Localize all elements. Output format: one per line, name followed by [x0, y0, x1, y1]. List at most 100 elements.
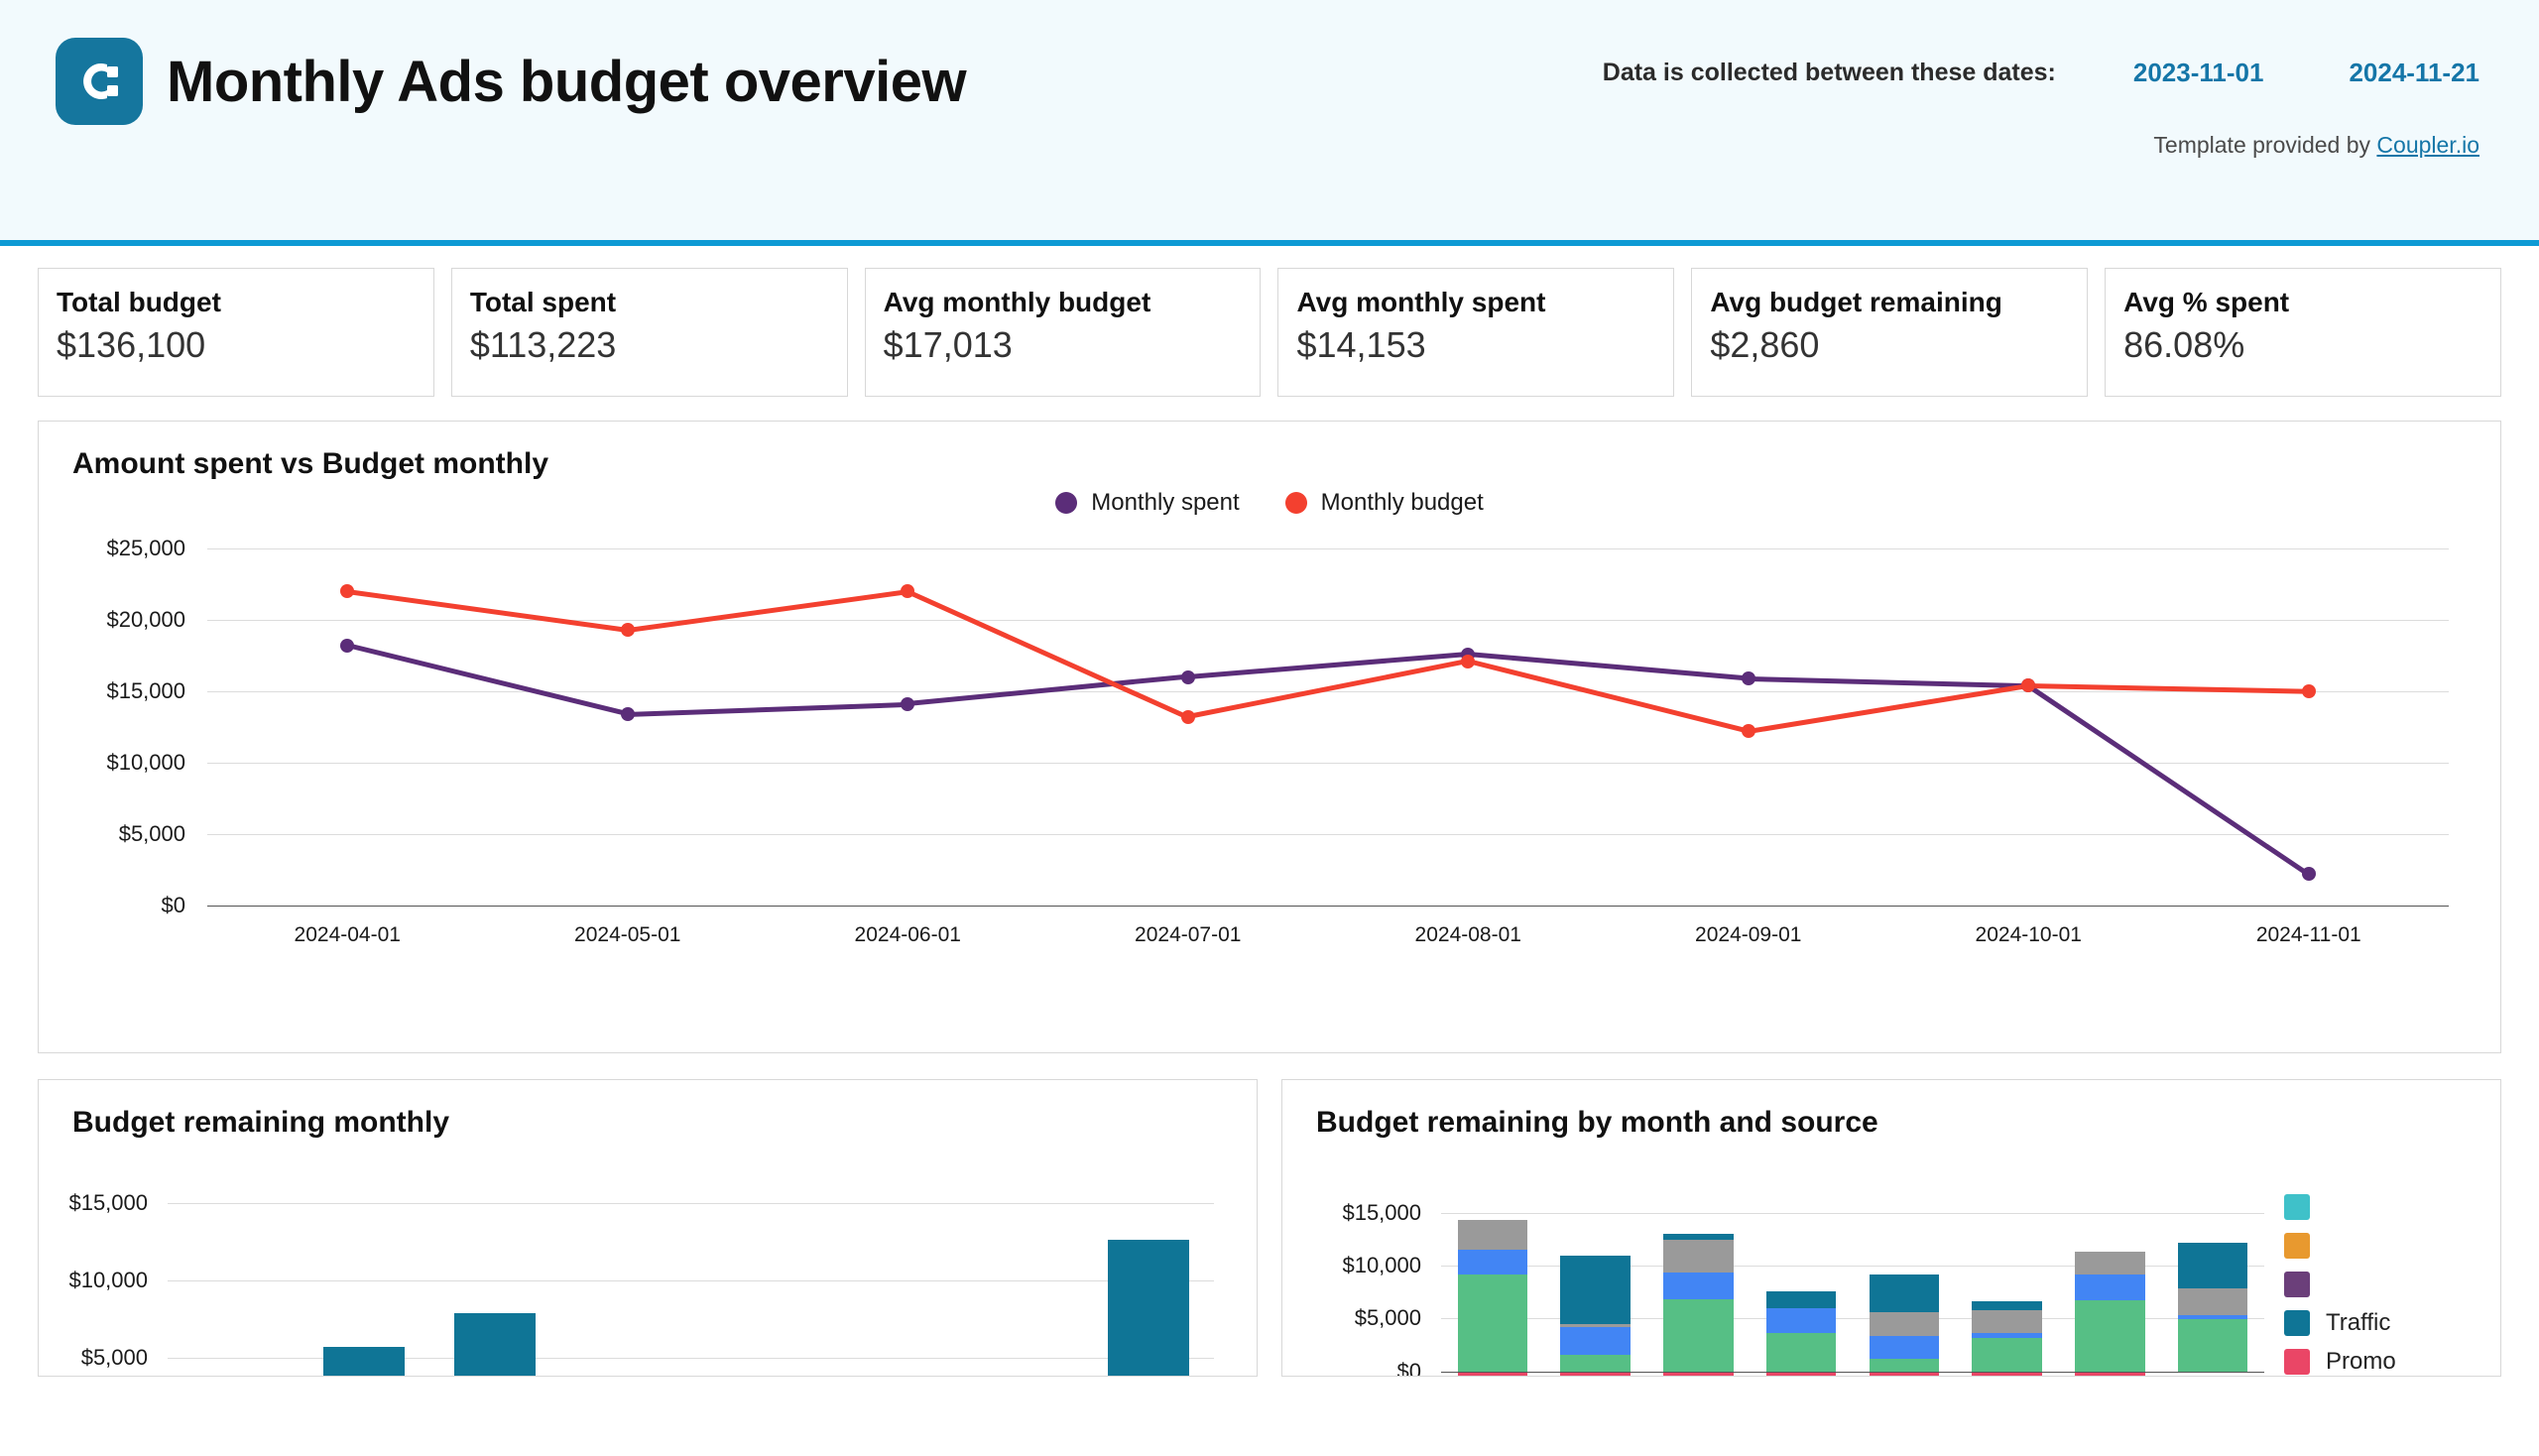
y-axis-tick-label: $0 — [1396, 1358, 1421, 1377]
kpi-title: Total budget — [57, 287, 221, 317]
panel-budget-remaining-monthly: Budget remaining monthly $5,000 $10,000 $1… — [38, 1079, 1258, 1377]
chart-title: Budget remaining monthly — [72, 1106, 450, 1139]
data-point[interactable] — [1741, 724, 1755, 739]
kpi-row: Total budget $136,100 Total spent $113,2… — [0, 246, 2539, 397]
legend-label: Monthly budget — [1320, 489, 1484, 516]
attribution-text: Template provided by — [2153, 132, 2377, 158]
y-axis-tick-label: $25,000 — [106, 536, 185, 560]
kpi-value: $2,860 — [1710, 324, 1820, 365]
bar-segment[interactable] — [2075, 1274, 2145, 1301]
bar-segment[interactable] — [1765, 1333, 1837, 1372]
bar-segment[interactable] — [1560, 1354, 1631, 1372]
bar-segment[interactable] — [1560, 1326, 1631, 1355]
kpi-value: $17,013 — [883, 324, 1013, 365]
kpi-title: Avg budget remaining — [1710, 287, 2002, 317]
legend-swatch-icon — [2284, 1309, 2310, 1336]
line-segment — [2026, 683, 2311, 877]
date-start-field[interactable]: 2023-11-01 — [2133, 58, 2264, 88]
bar-chart-plot: $5,000 $10,000 $15,000 — [68, 1187, 1214, 1376]
bar-segment[interactable] — [1663, 1273, 1734, 1300]
data-point[interactable] — [620, 707, 635, 722]
bar-segment[interactable] — [2177, 1288, 2248, 1316]
bar-segment[interactable] — [1972, 1301, 2042, 1310]
bar-segment[interactable] — [1765, 1307, 1837, 1334]
header-brand: Monthly Ads budget overview — [56, 38, 967, 125]
y-axis-tick-label: $5,000 — [118, 821, 185, 846]
bar-segment[interactable] — [1972, 1333, 2042, 1338]
bar-segment[interactable] — [2177, 1242, 2248, 1289]
bar-segment[interactable] — [1972, 1309, 2042, 1334]
legend-item[interactable]: Monthly budget — [1284, 489, 1484, 517]
data-point[interactable] — [2021, 678, 2036, 693]
data-point[interactable] — [2301, 684, 2316, 698]
data-point[interactable] — [2301, 867, 2316, 882]
bar-segment[interactable] — [1457, 1220, 1528, 1250]
line-segment — [346, 588, 629, 633]
bar[interactable] — [1108, 1240, 1189, 1376]
chart-title: Amount spent vs Budget monthly — [72, 447, 548, 480]
kpi-card-total-budget: Total budget $136,100 — [38, 268, 434, 397]
stacked-chart-legend: Traffic Promo — [2284, 1187, 2396, 1376]
bar-segment[interactable] — [2075, 1252, 2145, 1274]
date-range: Data is collected between these dates: 2… — [1603, 58, 2479, 88]
data-point[interactable] — [901, 696, 915, 711]
bar-segment[interactable] — [2177, 1319, 2248, 1372]
header-meta: Data is collected between these dates: 2… — [1603, 58, 2479, 159]
coupler-logo-icon — [56, 38, 143, 125]
coupler-io-link[interactable]: Coupler.io — [2376, 132, 2479, 158]
data-point[interactable] — [340, 638, 355, 653]
bar-segment[interactable] — [1869, 1358, 1940, 1372]
data-point[interactable] — [1180, 709, 1195, 724]
stacked-chart-plot: $5,000$0$5,000$10,000$15,000 — [1342, 1200, 2264, 1376]
legend-item[interactable] — [2284, 1265, 2396, 1303]
data-point[interactable] — [901, 584, 915, 599]
bar-segment[interactable] — [1663, 1234, 1734, 1241]
bar-segment[interactable] — [1869, 1311, 1940, 1337]
bar-segment[interactable] — [1869, 1336, 1940, 1359]
bar-segment[interactable] — [1972, 1337, 2042, 1372]
data-point[interactable] — [340, 584, 355, 599]
kpi-card-avg-percent-spent: Avg % spent 86.08% — [2105, 268, 2501, 397]
bar-segment[interactable] — [1663, 1240, 1734, 1274]
legend-swatch-icon — [2284, 1232, 2310, 1259]
legend-item[interactable] — [2284, 1187, 2396, 1226]
kpi-card-avg-monthly-spent: Avg monthly spent $14,153 — [1277, 268, 1675, 397]
legend-swatch-icon — [1284, 492, 1307, 514]
bar-segment[interactable] — [1457, 1274, 1528, 1372]
bottom-chart-row: Budget remaining monthly $5,000 $10,000 $1… — [38, 1079, 2501, 1377]
legend-label: Monthly spent — [1091, 489, 1240, 516]
bar-segment[interactable] — [1869, 1274, 1940, 1312]
bar-segment[interactable] — [1560, 1323, 1631, 1327]
bar-segment[interactable] — [2177, 1315, 2248, 1320]
kpi-title: Avg monthly budget — [883, 287, 1151, 317]
legend-item[interactable]: Traffic — [2284, 1303, 2396, 1342]
data-point[interactable] — [1741, 671, 1755, 686]
date-end-field[interactable]: 2024-11-21 — [2349, 58, 2479, 88]
y-axis-tick-label: $5,000 — [1354, 1305, 1421, 1331]
bar[interactable] — [453, 1312, 536, 1376]
line-segment — [346, 643, 629, 717]
bar-segment[interactable] — [1560, 1256, 1631, 1324]
data-point[interactable] — [620, 623, 635, 638]
date-range-label: Data is collected between these dates: — [1602, 59, 2056, 86]
legend-item[interactable]: Monthly spent — [1055, 489, 1240, 517]
legend-label: Promo — [2326, 1347, 2396, 1375]
bar-segment[interactable] — [1663, 1299, 1734, 1372]
kpi-card-avg-monthly-budget: Avg monthly budget $17,013 — [864, 268, 1262, 397]
bar-segment[interactable] — [1765, 1290, 1837, 1308]
gridline — [207, 763, 2449, 764]
gridline — [207, 906, 2449, 907]
legend-item[interactable]: Promo — [2284, 1342, 2396, 1376]
data-point[interactable] — [1180, 669, 1195, 684]
kpi-value: $136,100 — [57, 324, 206, 365]
line-segment — [1748, 675, 2029, 688]
kpi-title: Avg monthly spent — [1296, 287, 1546, 317]
bar[interactable] — [322, 1346, 405, 1376]
y-axis-tick-label: $15,000 — [106, 678, 185, 703]
bar-segment[interactable] — [2075, 1300, 2145, 1372]
legend-item[interactable] — [2284, 1226, 2396, 1265]
bar-segment[interactable] — [1457, 1250, 1528, 1274]
data-point[interactable] — [1461, 654, 1476, 668]
panel-amount-spent-vs-budget: Amount spent vs Budget monthly Monthly s… — [38, 421, 2501, 1053]
gridline — [207, 548, 2449, 549]
